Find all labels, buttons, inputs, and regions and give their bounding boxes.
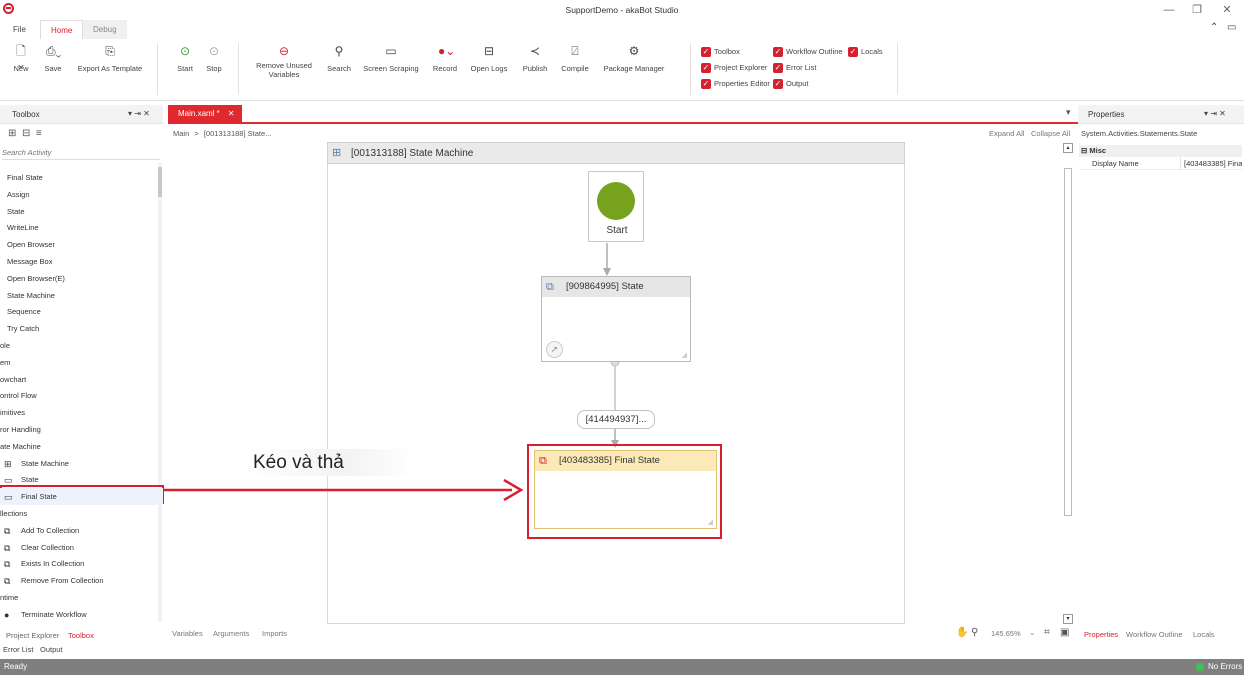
state-node[interactable]: ⧉ [909864995] State ➚ ◢ [541, 276, 691, 362]
zoom-level[interactable]: 145.65% [991, 629, 1021, 638]
property-value-input[interactable]: [403483385] Fina [1180, 157, 1242, 170]
properties-panel: Properties ▾ ⇥ ✕ System.Activities.State… [1078, 105, 1244, 639]
fit-to-screen-icon[interactable]: ⌗ [1044, 627, 1050, 638]
state-icon: ⧉ [546, 281, 554, 293]
resize-grip-icon[interactable]: ◢ [708, 518, 713, 526]
properties-type: System.Activities.Statements.State [1081, 129, 1198, 138]
overview-icon[interactable]: ▣ [1060, 627, 1069, 638]
final-state-icon: ⧉ [539, 455, 547, 467]
start-circle-icon [597, 182, 635, 220]
collapse-icon[interactable]: ⊟ [1081, 146, 1087, 155]
property-row-display-name[interactable]: Display Name [403483385] Fina [1079, 157, 1242, 170]
zoom-icon[interactable]: ⚲ [971, 627, 978, 638]
status-ok-icon [1196, 663, 1204, 671]
final-state-header: ⧉ [403483385] Final State [535, 451, 716, 471]
right-bottom-tabs: Properties Workflow Outline Locals [1078, 629, 1244, 643]
status-text: Ready [4, 662, 28, 671]
start-label: Start [606, 225, 628, 236]
variables-tab[interactable]: Variables [172, 629, 203, 638]
entry-icon: ➚ [546, 341, 563, 358]
imports-tab[interactable]: Imports [262, 629, 287, 638]
properties-title: Properties [1088, 110, 1125, 119]
status-bar: Ready No Errors [0, 659, 1244, 675]
arguments-tab[interactable]: Arguments [213, 629, 249, 638]
error-status[interactable]: No Errors [1208, 659, 1242, 675]
properties-header-controls[interactable]: ▾ ⇥ ✕ [1204, 109, 1226, 118]
final-state-node[interactable]: ⧉ [403483385] Final State ◢ [534, 450, 717, 529]
transition-label[interactable]: [414494937]... [577, 410, 655, 429]
state-header: ⧉ [909864995] State [542, 277, 690, 297]
drag-drop-annotation: Kéo và thả [245, 449, 415, 476]
zoom-dropdown-icon[interactable]: ⌄ [1029, 628, 1035, 637]
pan-icon[interactable]: ✋ [956, 627, 968, 638]
designer-bottom-bar: Variables Arguments Imports ✋ ⚲ 145.65% … [168, 626, 1076, 642]
tab-locals[interactable]: Locals [1193, 630, 1215, 639]
tab-workflow-outline[interactable]: Workflow Outline [1126, 630, 1183, 639]
start-node[interactable]: Start [588, 171, 644, 242]
misc-category[interactable]: ⊟ Misc [1079, 145, 1242, 157]
property-label: Display Name [1092, 159, 1139, 168]
tab-properties[interactable]: Properties [1084, 630, 1118, 639]
properties-header: Properties ▾ ⇥ ✕ [1078, 105, 1244, 124]
resize-grip-icon[interactable]: ◢ [682, 351, 687, 359]
